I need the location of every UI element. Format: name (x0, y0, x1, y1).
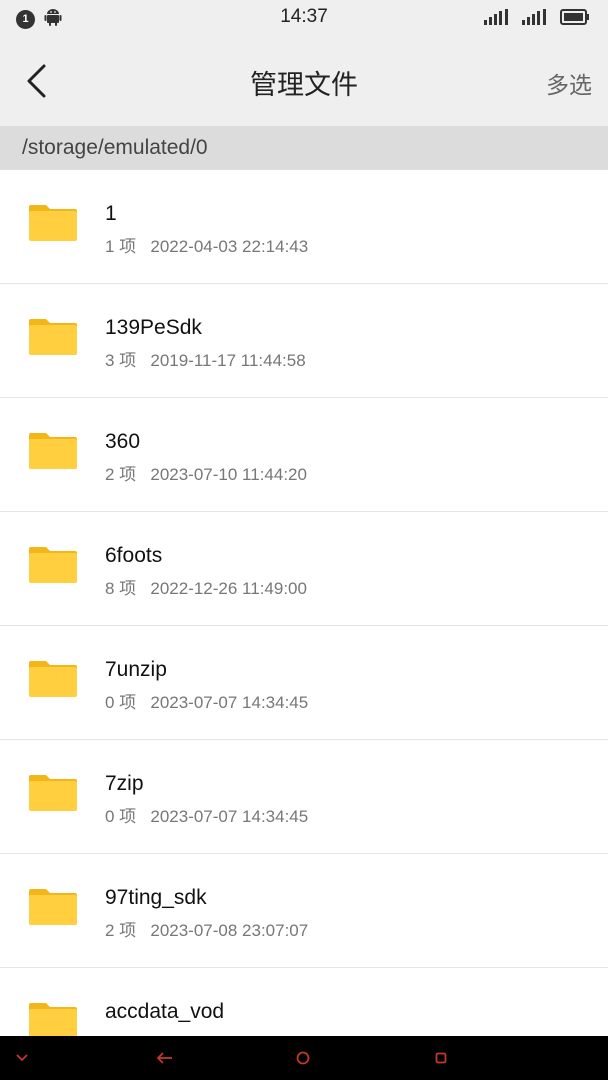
folder-modified-date: 2023-07-08 23:07:07 (150, 921, 309, 940)
folder-icon (28, 888, 78, 930)
folder-row[interactable]: accdata_vod 1 项 2018-06-22 22:49:52 (0, 968, 608, 1036)
status-bar: 1 14:37 (0, 0, 608, 36)
folder-modified-date: 2022-12-26 11:49:00 (150, 579, 307, 598)
recents-square-icon (435, 1052, 447, 1064)
folder-meta: 2 项 2023-07-10 11:44:20 (105, 460, 307, 485)
battery-icon (560, 9, 590, 29)
folder-item-count: 8 项 (105, 579, 137, 598)
folder-meta: 0 项 2023-07-07 14:34:45 (105, 802, 308, 827)
signal-icon-2 (522, 9, 550, 29)
folder-modified-date: 2019-11-17 11:44:58 (150, 351, 306, 370)
folder-name: 97ting_sdk (105, 886, 207, 909)
folder-meta: 2 项 2023-07-08 23:07:07 (105, 916, 308, 941)
multi-select-button[interactable]: 多选 (546, 66, 592, 100)
folder-icon (28, 660, 78, 702)
folder-modified-date: 2023-07-10 11:44:20 (150, 465, 307, 484)
folder-name: 7unzip (105, 658, 167, 681)
current-path: /storage/emulated/0 (22, 136, 208, 159)
system-nav-bar (0, 1036, 608, 1080)
folder-row[interactable]: 139PeSdk 3 项 2019-11-17 11:44:58 (0, 284, 608, 398)
folder-modified-date: 2023-07-07 14:34:45 (150, 807, 309, 826)
folder-item-count: 0 项 (105, 693, 137, 712)
folder-row[interactable]: 6foots 8 项 2022-12-26 11:49:00 (0, 512, 608, 626)
folder-meta: 3 项 2019-11-17 11:44:58 (105, 346, 306, 371)
folder-modified-date: 2022-04-03 22:14:43 (150, 237, 309, 256)
signal-icon (484, 9, 512, 29)
folder-row[interactable]: 1 1 项 2022-04-03 22:14:43 (0, 170, 608, 284)
folder-item-count: 1 项 (105, 237, 137, 256)
folder-meta: 1 项 2022-04-03 22:14:43 (105, 232, 308, 257)
folder-item-count: 3 项 (105, 351, 137, 370)
folder-name: 6foots (105, 544, 163, 567)
path-breadcrumb: /storage/emulated/0 (0, 126, 608, 170)
folder-name: 139PeSdk (105, 316, 202, 339)
folder-row[interactable]: 7unzip 0 项 2023-07-07 14:34:45 (0, 626, 608, 740)
folder-icon (28, 1002, 78, 1036)
folder-meta: 0 项 2023-07-07 14:34:45 (105, 688, 308, 713)
folder-name: accdata_vod (105, 1000, 225, 1023)
nav-back-button[interactable] (145, 1044, 185, 1072)
folder-item-count: 2 项 (105, 465, 137, 484)
folder-icon (28, 204, 78, 246)
folder-item-count: 0 项 (105, 807, 137, 826)
folder-row[interactable]: 360 2 项 2023-07-10 11:44:20 (0, 398, 608, 512)
folder-icon (28, 546, 78, 588)
folder-list[interactable]: 1 1 项 2022-04-03 22:14:43 139PeSdk 3 项 2… (0, 170, 608, 1036)
folder-name: 360 (105, 430, 141, 453)
folder-modified-date: 2023-07-07 14:34:45 (150, 693, 309, 712)
folder-name: 7zip (105, 772, 144, 795)
nav-hide-button[interactable] (2, 1044, 42, 1072)
folder-name: 1 (105, 202, 117, 225)
folder-icon (28, 774, 78, 816)
folder-icon (28, 432, 78, 474)
home-circle-icon (296, 1051, 310, 1065)
folder-row[interactable]: 97ting_sdk 2 项 2023-07-08 23:07:07 (0, 854, 608, 968)
folder-icon (28, 318, 78, 360)
app-bar: 管理文件 多选 (0, 36, 608, 126)
back-arrow-icon (156, 1052, 172, 1064)
folder-row[interactable]: 7zip 0 项 2023-07-07 14:34:45 (0, 740, 608, 854)
page-title: 管理文件 (250, 70, 358, 101)
folder-meta: 8 项 2022-12-26 11:49:00 (105, 574, 307, 599)
status-right (484, 9, 590, 29)
chevron-down-icon (16, 1054, 28, 1062)
nav-home-button[interactable] (283, 1044, 323, 1072)
folder-item-count: 2 项 (105, 921, 137, 940)
nav-recents-button[interactable] (421, 1044, 461, 1072)
